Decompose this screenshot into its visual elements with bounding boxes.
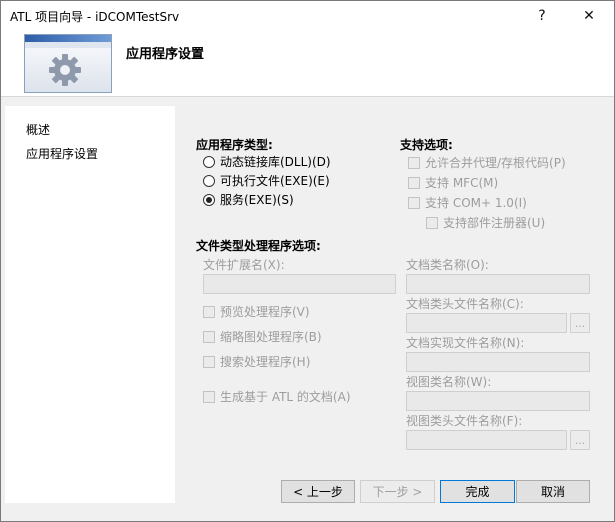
- doc-class-label: 文档类名称(O):: [406, 258, 489, 272]
- cancel-button[interactable]: 取消: [516, 480, 590, 503]
- doc-impl-input[interactable]: [406, 352, 590, 372]
- radio-exe[interactable]: 可执行文件(EXE)(E): [203, 172, 330, 189]
- wizard-graphic: [24, 34, 112, 93]
- app-type-title: 应用程序类型:: [196, 138, 273, 152]
- settings-panel: 应用程序类型: 动态链接库(DLL)(D) 可执行文件(EXE)(E) 服务(E…: [184, 106, 608, 503]
- check-com-plus[interactable]: 支持 COM+ 1.0(I): [408, 194, 527, 211]
- check-mfc-box[interactable]: [408, 176, 420, 189]
- sidebar-item-app-settings[interactable]: 应用程序设置: [26, 145, 98, 162]
- doc-impl-label: 文档实现文件名称(N):: [406, 336, 525, 350]
- check-merge-proxy[interactable]: 允许合并代理/存根代码(P): [408, 154, 566, 171]
- check-preview-box[interactable]: [203, 305, 215, 318]
- radio-service-label: 服务(EXE)(S): [220, 193, 294, 207]
- prev-button[interactable]: < 上一步: [281, 480, 355, 503]
- radio-service-button[interactable]: [203, 193, 215, 206]
- check-preview-label: 预览处理程序(V): [220, 305, 310, 319]
- check-mfc-label: 支持 MFC(M): [425, 176, 499, 190]
- doc-header-browse-button[interactable]: ...: [570, 313, 590, 333]
- check-atl-doc-box[interactable]: [203, 390, 215, 403]
- check-registrar-label: 支持部件注册器(U): [443, 216, 546, 230]
- sidebar-item-overview[interactable]: 概述: [26, 121, 50, 138]
- wizard-header: 应用程序设置: [1, 31, 614, 97]
- radio-service[interactable]: 服务(EXE)(S): [203, 191, 294, 208]
- radio-dll[interactable]: 动态链接库(DLL)(D): [203, 153, 331, 170]
- radio-dll-button[interactable]: [203, 155, 215, 168]
- radio-exe-button[interactable]: [203, 174, 215, 187]
- check-search-box[interactable]: [203, 355, 215, 368]
- check-merge-proxy-label: 允许合并代理/存根代码(P): [425, 156, 566, 170]
- check-mfc[interactable]: 支持 MFC(M): [408, 174, 498, 191]
- view-class-label: 视图类名称(W):: [406, 375, 492, 389]
- check-atl-doc-label: 生成基于 ATL 的文档(A): [220, 390, 351, 404]
- wizard-sidebar: 概述 应用程序设置: [5, 106, 175, 503]
- radio-exe-label: 可执行文件(EXE)(E): [220, 174, 330, 188]
- check-atl-doc[interactable]: 生成基于 ATL 的文档(A): [203, 388, 351, 405]
- check-com-plus-label: 支持 COM+ 1.0(I): [425, 196, 527, 210]
- title-bar: ATL 项目向导 - iDCOMTestSrv ? ✕: [1, 1, 614, 31]
- finish-button[interactable]: 完成: [440, 480, 515, 503]
- ext-input[interactable]: [203, 274, 396, 294]
- atl-wizard-window: ATL 项目向导 - iDCOMTestSrv ? ✕ 应用程序设置 概述 应用…: [0, 0, 615, 522]
- window-title: ATL 项目向导 - iDCOMTestSrv: [10, 10, 180, 24]
- ext-label: 文件扩展名(X):: [203, 258, 285, 272]
- check-search[interactable]: 搜索处理程序(H): [203, 353, 310, 370]
- help-button[interactable]: ?: [520, 1, 564, 31]
- check-preview[interactable]: 预览处理程序(V): [203, 303, 310, 320]
- radio-dll-label: 动态链接库(DLL)(D): [220, 155, 331, 169]
- check-merge-proxy-box[interactable]: [408, 156, 420, 169]
- check-registrar[interactable]: 支持部件注册器(U): [426, 214, 545, 231]
- view-header-label: 视图类头文件名称(F):: [406, 414, 523, 428]
- view-header-browse-button[interactable]: ...: [570, 430, 590, 450]
- support-title: 支持选项:: [400, 138, 453, 152]
- doc-header-input[interactable]: [406, 313, 567, 333]
- close-button[interactable]: ✕: [567, 1, 611, 31]
- file-type-title: 文件类型处理程序选项:: [196, 239, 321, 253]
- next-button[interactable]: 下一步 >: [360, 480, 435, 503]
- check-com-plus-box[interactable]: [408, 196, 420, 209]
- page-title: 应用程序设置: [126, 47, 205, 62]
- check-registrar-box[interactable]: [426, 216, 438, 229]
- view-class-input[interactable]: [406, 391, 590, 411]
- check-thumbnail-box[interactable]: [203, 330, 215, 343]
- view-header-input[interactable]: [406, 430, 567, 450]
- check-thumbnail[interactable]: 缩略图处理程序(B): [203, 328, 322, 345]
- check-search-label: 搜索处理程序(H): [220, 355, 311, 369]
- gear-icon: [49, 54, 81, 86]
- doc-class-input[interactable]: [406, 274, 590, 294]
- doc-header-label: 文档类头文件名称(C):: [406, 297, 524, 311]
- check-thumbnail-label: 缩略图处理程序(B): [220, 330, 322, 344]
